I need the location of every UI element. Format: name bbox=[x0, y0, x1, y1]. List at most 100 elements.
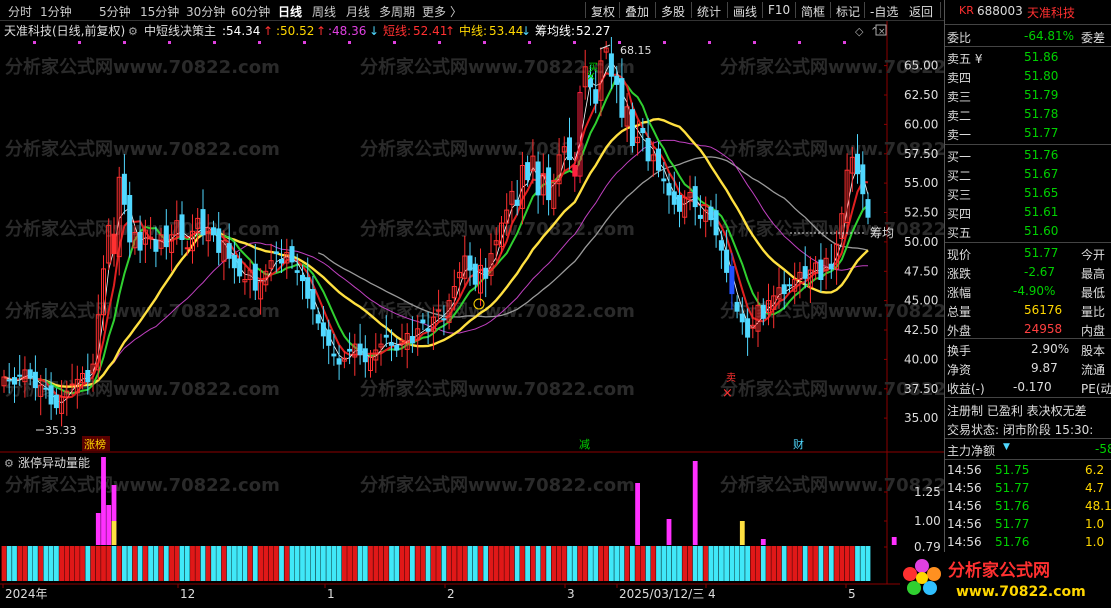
short-value: 52.41 bbox=[413, 24, 447, 38]
watermark-text: 分析家公式网www.70822.com bbox=[360, 378, 635, 400]
toolbar-button-3[interactable]: 统计 bbox=[697, 3, 721, 20]
volume-bar bbox=[865, 546, 871, 581]
period-tab-1[interactable]: 1分钟 bbox=[40, 3, 72, 20]
period-tab-11[interactable]: 〉 bbox=[450, 3, 462, 20]
volume-bar bbox=[624, 546, 630, 581]
volume-bar bbox=[415, 546, 421, 581]
price-tick: 40.00 bbox=[904, 352, 938, 366]
ask-row: 卖二 51.78 bbox=[947, 107, 1059, 123]
period-tab-6[interactable]: 日线 bbox=[278, 3, 302, 20]
bid-row: 买五 51.60 bbox=[947, 224, 1059, 240]
toolbar-button-6[interactable]: 简框 bbox=[801, 3, 825, 20]
period-tab-8[interactable]: 月线 bbox=[346, 3, 370, 20]
chevron-down-icon[interactable]: ▼ bbox=[1003, 442, 1010, 452]
volume-bar bbox=[792, 546, 798, 581]
volume-bar bbox=[436, 546, 441, 581]
period-tab-3[interactable]: 15分钟 bbox=[140, 3, 179, 20]
volume-highlight-bar bbox=[111, 521, 117, 545]
low-label: 35.33 bbox=[45, 424, 77, 437]
volume-bar bbox=[661, 546, 667, 581]
up-arrow-icon: ↑ bbox=[445, 24, 455, 38]
volume-bar bbox=[116, 546, 122, 581]
volume-bar bbox=[598, 546, 604, 581]
toolbar-button-1[interactable]: 叠加 bbox=[625, 3, 649, 20]
watermark-text: 分析家公式网www.70822.com bbox=[5, 56, 280, 78]
volume-bar bbox=[174, 546, 180, 581]
volume-bar bbox=[609, 546, 614, 581]
volume-bar bbox=[509, 546, 515, 581]
volume-bar bbox=[719, 546, 724, 581]
toolbar-button-4[interactable]: 画线 bbox=[733, 3, 757, 20]
settings-icon[interactable]: ⚙ bbox=[4, 457, 14, 470]
volume-bar bbox=[420, 546, 426, 581]
volume-bar bbox=[153, 546, 159, 581]
period-tab-5[interactable]: 60分钟 bbox=[231, 3, 270, 20]
toolbar-button-2[interactable]: 多股 bbox=[661, 3, 685, 20]
volume-bar bbox=[802, 546, 808, 581]
toolbar-button-7[interactable]: 标记 bbox=[836, 3, 860, 20]
quote-stat-row: 总量 56176 量比 bbox=[947, 303, 1106, 319]
time-tick: 2 bbox=[447, 587, 455, 601]
period-tab-2[interactable]: 5分钟 bbox=[99, 3, 131, 20]
period-tab-4[interactable]: 30分钟 bbox=[186, 3, 225, 20]
volume-bar bbox=[106, 546, 112, 581]
volume-bar bbox=[273, 546, 279, 581]
volume-bar bbox=[572, 546, 578, 581]
volume-bar bbox=[755, 546, 761, 581]
volume-bar bbox=[352, 546, 358, 581]
volume-bar bbox=[593, 546, 599, 581]
high-label: 68.15 bbox=[620, 44, 652, 57]
toolbar-button-5[interactable]: F10 bbox=[768, 3, 790, 17]
stock-name: 天准科技 bbox=[1027, 6, 1076, 20]
volume-bar bbox=[399, 546, 405, 581]
mid-value: 53.44 bbox=[489, 24, 523, 38]
period-tab-0[interactable]: 分时 bbox=[8, 3, 32, 20]
ask-row: 卖一 51.77 bbox=[947, 126, 1059, 142]
limit-up-volume-bar bbox=[635, 483, 640, 545]
logo-text: 分析家公式网 bbox=[948, 560, 1050, 581]
indicator-name: 中短线决策主 bbox=[144, 23, 216, 38]
volume-bar bbox=[614, 546, 620, 581]
volume-bar bbox=[630, 546, 635, 581]
volume-tick: 1.00 bbox=[914, 514, 941, 528]
kline-chart[interactable]: 分析家公式网www.70822.com 分析家公式网www.70822.com 分析… bbox=[0, 21, 995, 605]
volume-bar bbox=[394, 546, 400, 581]
candlestick[interactable] bbox=[629, 102, 635, 153]
tick-row: 14:56 51.76 1.0 bbox=[947, 535, 1105, 549]
volume-bar bbox=[457, 546, 462, 581]
period-tab-9[interactable]: 多周期 bbox=[379, 3, 415, 20]
volume-bar bbox=[59, 546, 64, 581]
volume-bar bbox=[158, 546, 164, 581]
volume-bar bbox=[860, 546, 866, 581]
price-tick: 37.50 bbox=[904, 382, 938, 396]
diamond-icon[interactable]: ◇ bbox=[855, 25, 864, 38]
settings-icon[interactable]: ⚙ bbox=[128, 25, 138, 38]
volume-bar bbox=[289, 546, 295, 581]
volume-bar bbox=[48, 546, 54, 581]
volume-bar bbox=[357, 546, 363, 581]
toolbar-button-9[interactable]: 返回 bbox=[909, 3, 933, 20]
status-line-1: 注册制 已盈利 表决权无差 bbox=[947, 404, 1087, 418]
volume-bar bbox=[551, 546, 557, 581]
toolbar-button-0[interactable]: 复权 bbox=[591, 3, 615, 20]
volume-bar bbox=[404, 546, 410, 581]
period-tab-7[interactable]: 周线 bbox=[312, 3, 336, 20]
volume-bar bbox=[226, 546, 232, 581]
period-tab-10[interactable]: 更多 bbox=[422, 3, 446, 20]
watermark-text: 分析家公式网www.70822.com bbox=[5, 474, 280, 496]
volume-bar bbox=[441, 546, 447, 581]
price-tick: 47.50 bbox=[904, 264, 938, 278]
price-tick: 57.50 bbox=[904, 147, 938, 161]
volume-bar bbox=[739, 546, 745, 581]
volume-bar bbox=[525, 546, 530, 581]
volume-bar bbox=[849, 546, 855, 581]
toolbar-button-8[interactable]: -自选 bbox=[870, 3, 898, 20]
volume-bar bbox=[540, 546, 546, 581]
volume-bar bbox=[813, 546, 818, 581]
stock-title: 天准科技(日线,前复权) bbox=[4, 23, 125, 38]
price-tick: 52.50 bbox=[904, 206, 938, 220]
volume-bar bbox=[567, 546, 572, 581]
volume-bar bbox=[321, 546, 326, 581]
chip-tag: 筹均 bbox=[870, 226, 894, 240]
volume-bar bbox=[232, 546, 237, 581]
